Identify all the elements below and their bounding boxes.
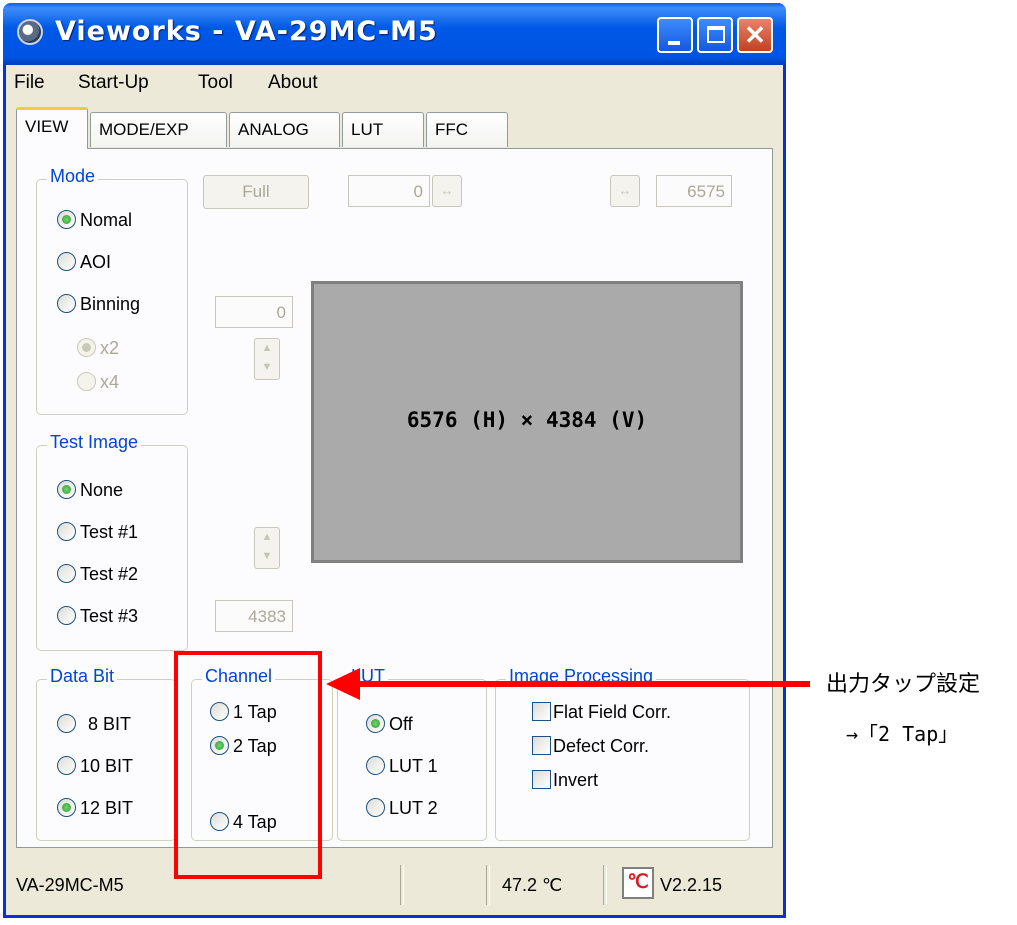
minimize-icon — [668, 41, 680, 45]
radio-indicator — [366, 755, 385, 775]
app-window: Vieworks - VA-29MC-M5 ✕ File Start-Up To… — [3, 3, 786, 918]
tab-view[interactable]: VIEW — [16, 107, 88, 149]
data-bit-group-title: Data Bit — [47, 666, 118, 687]
tab-analog[interactable]: ANALOG — [229, 112, 340, 147]
binning-x4-radio: x4 — [77, 371, 119, 398]
test-image-group-title: Test Image — [47, 432, 142, 453]
invert-checkbox[interactable]: Invert — [532, 769, 598, 794]
maximize-button[interactable] — [697, 17, 733, 53]
h-end-arrow-button[interactable]: ↔ — [610, 175, 640, 207]
radio-indicator — [57, 479, 76, 499]
data-bit-group: Data Bit 8 BIT 10 BIT 12 BIT — [36, 666, 176, 841]
radio-indicator — [57, 563, 76, 583]
lut-off-radio[interactable]: Off — [366, 713, 413, 740]
status-model: VA-29MC-M5 — [16, 875, 124, 895]
status-temperature: 47.2 ℃ — [502, 875, 563, 895]
radio-indicator — [366, 797, 385, 817]
radio-indicator — [57, 605, 76, 625]
lut-1-radio[interactable]: LUT 1 — [366, 755, 438, 782]
mode-binning-radio[interactable]: Binning — [57, 293, 140, 320]
menu-file[interactable]: File — [14, 72, 45, 94]
status-divider — [400, 865, 404, 905]
menu-about[interactable]: About — [268, 72, 318, 94]
data-bit-8-radio[interactable]: 8 BIT — [57, 713, 131, 740]
maximize-icon — [707, 26, 725, 43]
lut-group: LUT Off LUT 1 LUT 2 — [337, 666, 487, 841]
test-1-radio[interactable]: Test #1 — [57, 521, 138, 548]
status-bar: VA-29MC-M5 47.2 ℃ ℃ V2.2.15 — [6, 859, 783, 915]
radio-indicator — [57, 713, 76, 733]
radio-indicator — [366, 713, 385, 733]
window-title: Vieworks - VA-29MC-M5 — [55, 16, 438, 47]
annotation-label: 出力タップ設定 — [826, 671, 981, 696]
h-start-arrow-button[interactable]: ↔ — [432, 175, 462, 207]
v-end-field[interactable]: 4383 — [215, 600, 293, 632]
radio-indicator — [57, 209, 76, 229]
resolution-label: 6576 (H) × 4384 (V) — [406, 408, 648, 432]
radio-indicator — [57, 521, 76, 541]
tab-ffc[interactable]: FFC — [426, 112, 508, 147]
tab-mode-exp[interactable]: MODE/EXP — [90, 112, 227, 147]
radio-indicator — [77, 371, 96, 391]
annotation-arrow-head — [326, 668, 360, 700]
menu-bar: File Start-Up Tool About — [6, 65, 783, 99]
minimize-button[interactable] — [657, 17, 693, 53]
menu-start-up[interactable]: Start-Up — [78, 72, 149, 94]
tab-lut[interactable]: LUT — [342, 112, 424, 147]
radio-indicator — [57, 755, 76, 775]
flat-field-corr-checkbox[interactable]: Flat Field Corr. — [532, 701, 671, 726]
test-image-group: Test Image None Test #1 Test #2 Test #3 — [36, 432, 188, 651]
v-start-spinner[interactable]: ▲ ▼ — [254, 338, 280, 380]
radio-indicator — [57, 293, 76, 313]
v-end-spinner[interactable]: ▲ ▼ — [254, 527, 280, 569]
binning-x2-radio: x2 — [77, 337, 119, 364]
h-end-field[interactable]: 6575 — [656, 175, 732, 207]
data-bit-10-radio[interactable]: 10 BIT — [57, 755, 133, 782]
test-none-radio[interactable]: None — [57, 479, 123, 506]
image-processing-group: Image Processing Flat Field Corr. Defect… — [495, 666, 750, 841]
radio-indicator — [77, 337, 96, 357]
test-2-radio[interactable]: Test #2 — [57, 563, 138, 590]
checkbox-box — [532, 701, 551, 721]
title-bar[interactable]: Vieworks - VA-29MC-M5 ✕ — [3, 3, 786, 65]
checkbox-box — [532, 735, 551, 755]
checkbox-box — [532, 769, 551, 789]
radio-indicator — [57, 251, 76, 271]
status-divider — [486, 865, 490, 905]
image-preview[interactable]: 6576 (H) × 4384 (V) — [311, 281, 743, 563]
thermometer-icon[interactable]: ℃ — [622, 867, 654, 899]
mode-group-title: Mode — [47, 166, 99, 187]
v-start-field[interactable]: 0 — [215, 296, 293, 328]
mode-group: Mode Nomal AOI Binning x2 x4 — [36, 166, 188, 415]
status-version: V2.2.15 — [660, 875, 723, 895]
tab-strip: VIEW MODE/EXP ANALOG LUT FFC — [6, 99, 783, 151]
lut-2-radio[interactable]: LUT 2 — [366, 797, 438, 824]
annotation-value: →「2 Tap」 — [846, 722, 959, 746]
data-bit-12-radio[interactable]: 12 BIT — [57, 797, 133, 824]
defect-corr-checkbox[interactable]: Defect Corr. — [532, 735, 649, 760]
channel-highlight-box — [174, 651, 322, 879]
mode-normal-radio[interactable]: Nomal — [57, 209, 132, 236]
h-start-field[interactable]: 0 — [348, 175, 430, 207]
menu-tool[interactable]: Tool — [198, 72, 233, 94]
view-panel: Mode Nomal AOI Binning x2 x4 Test Image … — [16, 148, 773, 848]
mode-aoi-radio[interactable]: AOI — [57, 251, 111, 278]
radio-indicator — [57, 797, 76, 817]
full-button[interactable]: Full — [203, 175, 309, 209]
status-divider — [603, 865, 607, 905]
test-3-radio[interactable]: Test #3 — [57, 605, 138, 632]
app-icon[interactable] — [17, 19, 43, 45]
close-button[interactable]: ✕ — [737, 17, 773, 53]
annotation-arrow-line — [356, 681, 810, 687]
close-icon: ✕ — [744, 20, 766, 50]
